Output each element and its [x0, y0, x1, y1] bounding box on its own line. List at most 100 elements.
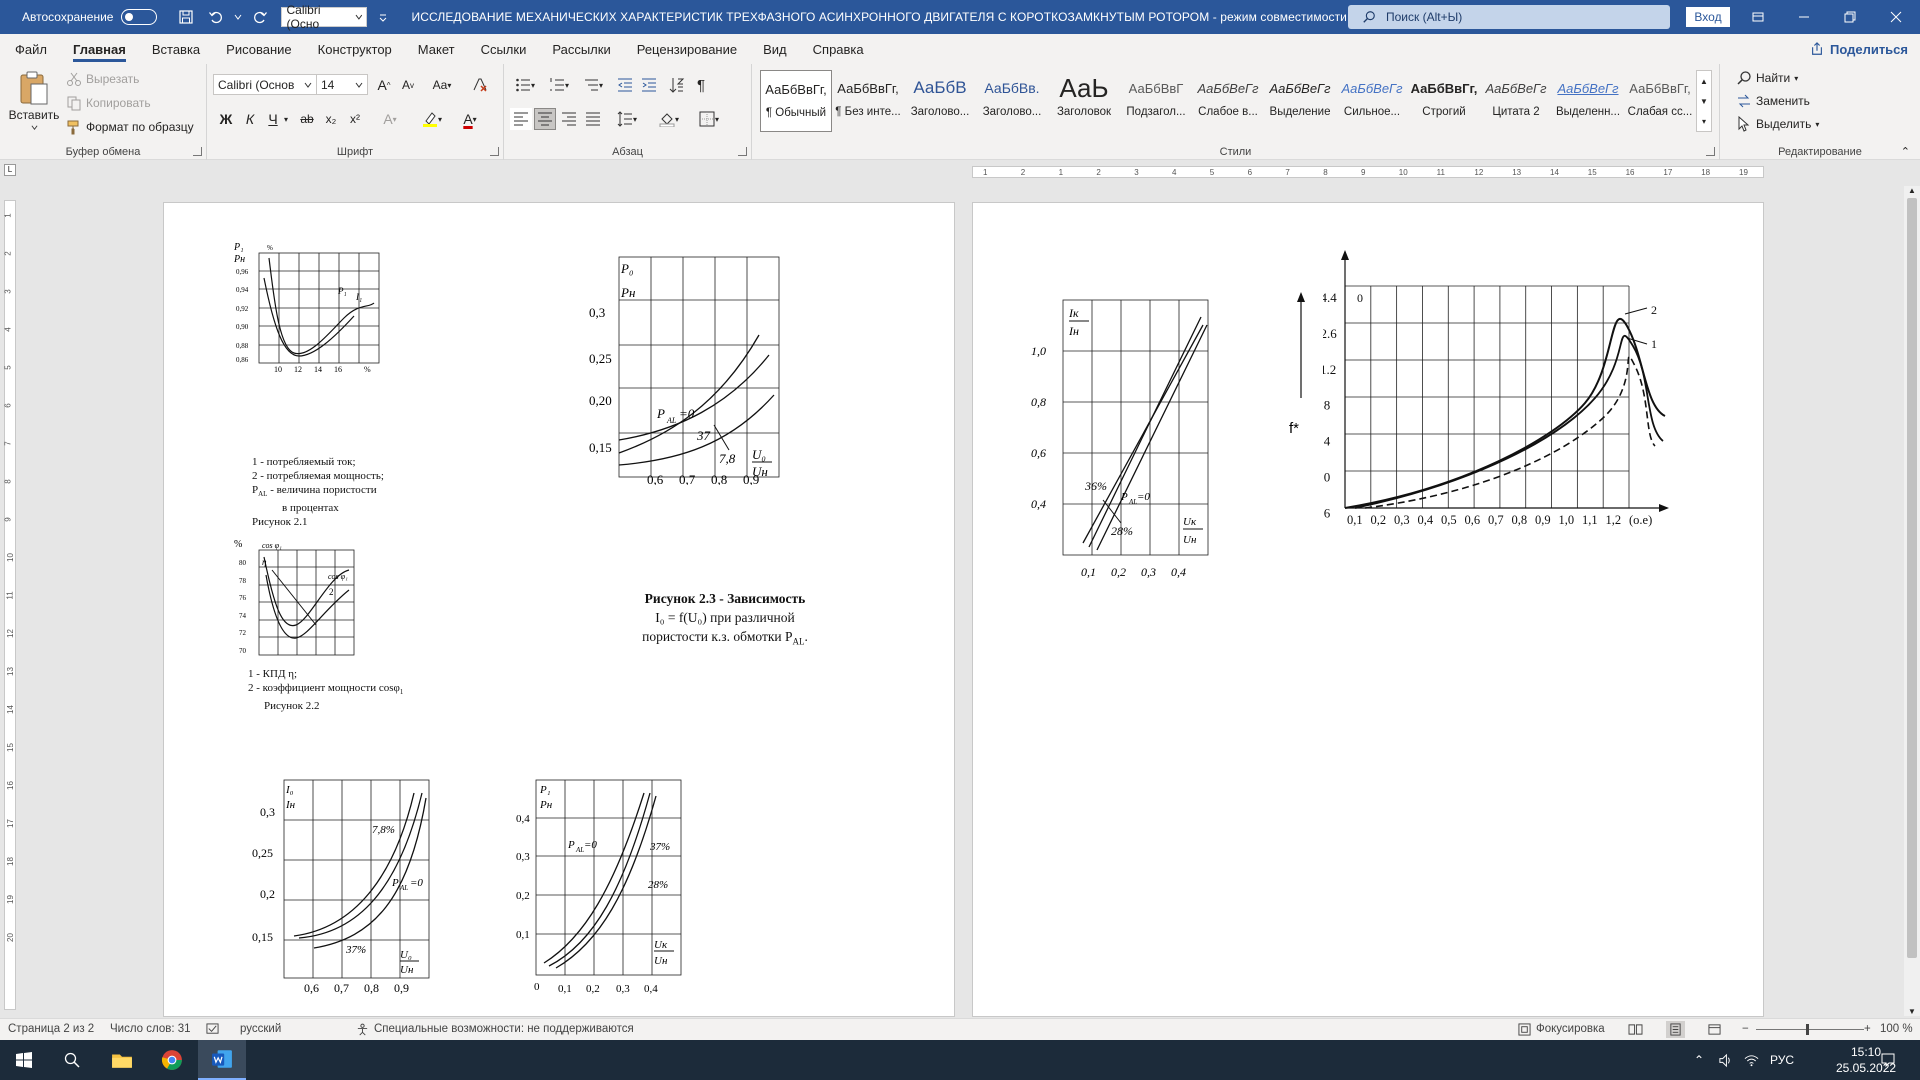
scroll-down-icon[interactable]: ▼ [1908, 1007, 1916, 1016]
notifications-icon[interactable] [1880, 1040, 1896, 1080]
subscript-button[interactable]: x₂ [320, 108, 342, 130]
style-item[interactable]: АаБбВеГг Выделение [1264, 70, 1336, 132]
paragraph-launcher-icon[interactable] [738, 147, 747, 156]
qat-font-select[interactable]: Calibri (Осно [281, 3, 368, 31]
numbering-button[interactable]: ▾ [544, 74, 574, 96]
more-styles-icon[interactable]: ▾ [1702, 117, 1706, 126]
styles-launcher-icon[interactable] [1706, 147, 1715, 156]
horizontal-ruler[interactable]: 1 2 1 2 3 4 5 6 7 8 9 10 11 12 13 14 15 16 17 18 19 [972, 166, 1764, 178]
sign-in-button[interactable]: Вход [1686, 7, 1730, 27]
cut-button[interactable]: Вырезать [66, 71, 139, 87]
chevron-down-icon[interactable]: ▼ [1700, 97, 1708, 106]
underline-dropdown-icon[interactable]: ▾ [280, 108, 292, 130]
tab-references[interactable]: Ссылки [468, 34, 540, 64]
align-right-button[interactable] [558, 108, 580, 130]
find-button[interactable]: Найти ▾ [1736, 70, 1798, 86]
shading-button[interactable]: ▾ [654, 108, 684, 130]
undo-icon[interactable] [201, 0, 231, 34]
strikethrough-button[interactable]: ab [296, 108, 318, 130]
accessibility-icon[interactable] [356, 1023, 369, 1036]
tab-view[interactable]: Вид [750, 34, 800, 64]
line-spacing-button[interactable]: ▾ [612, 108, 642, 130]
proofing-icon[interactable] [206, 1023, 219, 1036]
font-color-button[interactable]: A ▾ [455, 108, 485, 130]
zoom-out-icon[interactable]: − [1742, 1023, 1749, 1035]
scrollbar-thumb[interactable] [1907, 198, 1917, 958]
file-explorer-icon[interactable] [98, 1040, 146, 1080]
minimize-icon[interactable] [1781, 0, 1827, 34]
speaker-icon[interactable] [1718, 1040, 1733, 1080]
shrink-font-button[interactable]: Av [397, 74, 419, 96]
undo-dropdown-icon[interactable] [231, 0, 245, 34]
select-button[interactable]: Выделить ▾ [1736, 116, 1819, 132]
clear-formatting-button[interactable] [469, 74, 491, 96]
bold-button[interactable]: Ж [215, 108, 237, 130]
word-taskbar-icon[interactable] [198, 1040, 246, 1080]
superscript-button[interactable]: x² [344, 108, 366, 130]
vertical-scrollbar[interactable]: ▲ ▼ [1904, 186, 1920, 1016]
wifi-icon[interactable] [1744, 1040, 1759, 1080]
focus-mode[interactable]: Фокусировка [1536, 1023, 1605, 1035]
focus-icon[interactable] [1518, 1023, 1531, 1036]
style-item[interactable]: АаБбВеГг Сильное... [1336, 70, 1408, 132]
decrease-indent-button[interactable] [614, 74, 636, 96]
style-item[interactable]: АаБбВвГг, Слабая сс... [1624, 70, 1696, 132]
tray-chevron-icon[interactable]: ⌃ [1694, 1040, 1704, 1080]
style-item[interactable]: АаБбВеГг Выделенн... [1552, 70, 1624, 132]
font-size-select[interactable]: 14 [316, 74, 368, 95]
style-item[interactable]: АаБбВеГг Слабое в... [1192, 70, 1264, 132]
style-item[interactable]: АаБбВвГг, ¶ Без инте... [832, 70, 904, 132]
styles-scroll[interactable]: ▲ ▼ ▾ [1696, 70, 1712, 132]
print-layout-icon[interactable] [1666, 1021, 1685, 1038]
bullets-button[interactable]: ▾ [510, 74, 540, 96]
tab-draw[interactable]: Рисование [213, 34, 304, 64]
font-name-select[interactable]: Calibri (Основ [213, 74, 317, 95]
style-item[interactable]: АаБбВеГг Цитата 2 [1480, 70, 1552, 132]
tab-help[interactable]: Справка [800, 34, 877, 64]
page-count[interactable]: Страница 2 из 2 [8, 1023, 94, 1035]
chrome-icon[interactable] [148, 1040, 196, 1080]
chevron-up-icon[interactable]: ▲ [1700, 77, 1708, 86]
close-icon[interactable] [1873, 0, 1919, 34]
align-left-button[interactable] [510, 108, 532, 130]
style-item[interactable]: АаБбВ Заголово... [904, 70, 976, 132]
text-effects-button[interactable]: A ▾ [375, 108, 405, 130]
tab-design[interactable]: Конструктор [305, 34, 405, 64]
tab-file[interactable]: Файл [2, 34, 60, 64]
autosave-toggle[interactable] [121, 9, 158, 25]
clipboard-launcher-icon[interactable] [193, 147, 202, 156]
tab-selector[interactable]: L [4, 164, 16, 176]
paste-button[interactable]: Вставить [8, 70, 60, 131]
highlight-button[interactable]: ▾ [417, 108, 447, 130]
zoom-level[interactable]: 100 % [1880, 1023, 1913, 1035]
tab-insert[interactable]: Вставка [139, 34, 213, 64]
search-icon[interactable] [48, 1040, 96, 1080]
document-page-1[interactable]: P₁ Pн 0,96 0,94 0,92 0,90 0,88 0,86 10 1… [163, 202, 955, 1017]
replace-button[interactable]: Заменить [1736, 93, 1810, 109]
accessibility-status[interactable]: Специальные возможности: не поддерживают… [374, 1023, 634, 1035]
search-box[interactable]: Поиск (Alt+Ы) [1348, 5, 1670, 29]
style-item[interactable]: АаБбВв. Заголово... [976, 70, 1048, 132]
borders-button[interactable]: ▾ [694, 108, 724, 130]
language[interactable]: русский [240, 1023, 281, 1035]
windows-start-icon[interactable] [0, 1040, 48, 1080]
ribbon-display-options-icon[interactable] [1735, 0, 1781, 34]
tab-mailings[interactable]: Рассылки [539, 34, 623, 64]
zoom-slider-thumb[interactable] [1806, 1024, 1809, 1035]
tab-layout[interactable]: Макет [405, 34, 468, 64]
grow-font-button[interactable]: A ^ [373, 74, 395, 96]
tab-review[interactable]: Рецензирование [624, 34, 750, 64]
redo-icon[interactable] [245, 0, 275, 34]
web-layout-icon[interactable] [1708, 1023, 1721, 1036]
style-item[interactable]: АаБбВвГг, ¶ Обычный [760, 70, 832, 132]
align-center-button[interactable] [534, 108, 556, 130]
document-page-2[interactable]: Iк Iн 1,0 0,8 0,6 0,4 0,1 0,2 0,3 0,4 36… [972, 202, 1764, 1017]
style-item[interactable]: АаЬ Заголовок [1048, 70, 1120, 132]
justify-button[interactable] [582, 108, 604, 130]
input-language[interactable]: РУС [1770, 1040, 1794, 1080]
show-marks-button[interactable]: ¶ [690, 74, 712, 96]
sort-button[interactable] [666, 74, 688, 96]
tab-home[interactable]: Главная [60, 34, 139, 64]
save-icon[interactable] [171, 0, 201, 34]
share-button[interactable]: Поделиться [1810, 38, 1908, 60]
